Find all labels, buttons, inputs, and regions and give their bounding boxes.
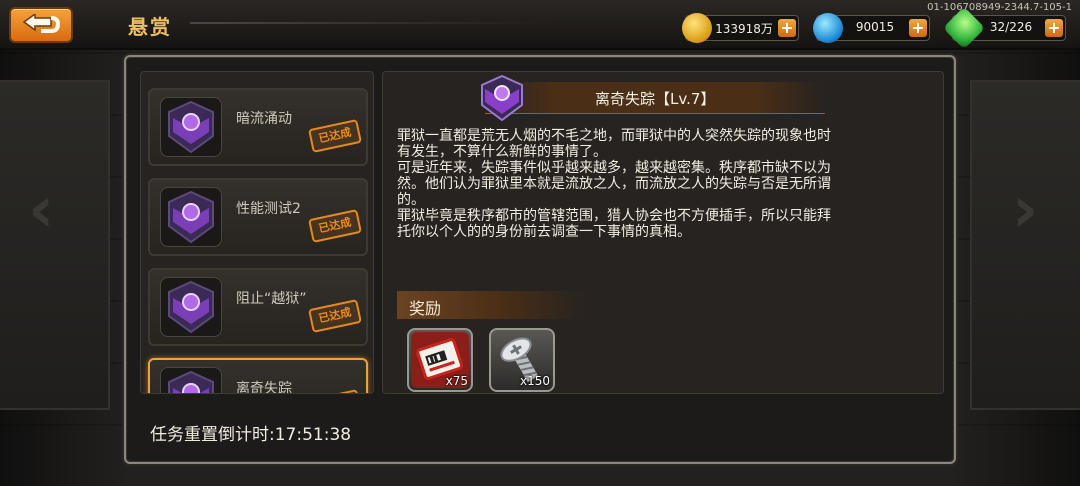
purple-medal-icon (168, 190, 214, 244)
mission-item-2[interactable]: 阻止“越狱” 已达成 (148, 268, 368, 346)
top-bar: 悬赏 01-106708949-2344.7-105-1 133918万 + 9… (0, 0, 1080, 50)
bounty-panel: 暗流涌动 已达成 性能测试2 已达成 阻止“越狱” 已达成 离奇失踪 离奇失踪【… (124, 55, 956, 464)
mission-label: 离奇失踪 (236, 381, 292, 394)
reward-item-ticket[interactable]: x75 (407, 328, 473, 392)
status-stamp (308, 389, 362, 394)
medal-frame (160, 187, 222, 247)
reward-qty: x150 (519, 374, 550, 388)
purple-medal-icon (168, 100, 214, 154)
reward-item-screw[interactable]: x150 (489, 328, 555, 392)
purple-medal-icon (168, 280, 214, 334)
green-energy-icon (942, 6, 986, 50)
gold-coin-icon (682, 13, 712, 43)
mission-label: 暗流涌动 (236, 111, 292, 127)
mission-item-1[interactable]: 性能测试2 已达成 (148, 178, 368, 256)
mission-list[interactable]: 暗流涌动 已达成 性能测试2 已达成 阻止“越狱” 已达成 离奇失踪 (140, 71, 374, 394)
reset-countdown: 任务重置倒计时:17:51:38 (150, 425, 352, 445)
purple-medal-icon (168, 370, 214, 393)
server-id: 01-106708949-2344.7-105-1 (927, 2, 1072, 13)
mission-title: 离奇失踪【Lv.7】 (595, 90, 716, 108)
rewards-header: 奖励 (397, 291, 587, 319)
mission-label: 性能测试2 (236, 201, 301, 217)
gold-resource: 133918万 + (682, 13, 799, 43)
gem-value: 90015 (855, 20, 895, 34)
energy-value: 32/226 (989, 20, 1033, 34)
mission-description: 罪狱一直都是荒无人烟的不毛之地，而罪狱中的人突然失踪的现象也时 有发生，不算什么… (397, 128, 831, 240)
completed-stamp: 已达成 (308, 209, 362, 243)
medal-frame (160, 277, 222, 337)
add-gem-button[interactable]: + (909, 19, 927, 37)
background-arrow-right: › (1012, 173, 1039, 247)
mission-item-0[interactable]: 暗流涌动 已达成 (148, 88, 368, 166)
medal-frame (160, 97, 222, 157)
add-energy-button[interactable]: + (1045, 19, 1063, 37)
mission-header: 离奇失踪【Lv.7】 (481, 74, 825, 122)
mission-item-3[interactable]: 离奇失踪 (148, 358, 368, 394)
back-button[interactable] (9, 7, 73, 43)
purple-medal-icon (481, 74, 523, 122)
gem-resource: 90015 + (813, 13, 930, 43)
background-arrow-left: ‹ (28, 173, 55, 247)
title-divider (190, 22, 550, 24)
page-title: 悬赏 (128, 15, 172, 39)
mission-detail: 离奇失踪【Lv.7】 罪狱一直都是荒无人烟的不毛之地，而罪狱中的人突然失踪的现象… (382, 71, 944, 394)
medal-frame (160, 367, 222, 393)
blue-crystal-icon (813, 13, 843, 43)
completed-stamp: 已达成 (308, 299, 362, 333)
mission-label: 阻止“越狱” (236, 291, 307, 307)
add-gold-button[interactable]: + (778, 19, 796, 37)
energy-resource: 32/226 + (942, 6, 1066, 50)
reward-qty: x75 (445, 374, 468, 388)
gold-value: 133918万 (715, 22, 773, 36)
back-arrow-icon (22, 14, 61, 33)
rewards-title: 奖励 (409, 299, 442, 318)
completed-stamp: 已达成 (308, 119, 362, 153)
